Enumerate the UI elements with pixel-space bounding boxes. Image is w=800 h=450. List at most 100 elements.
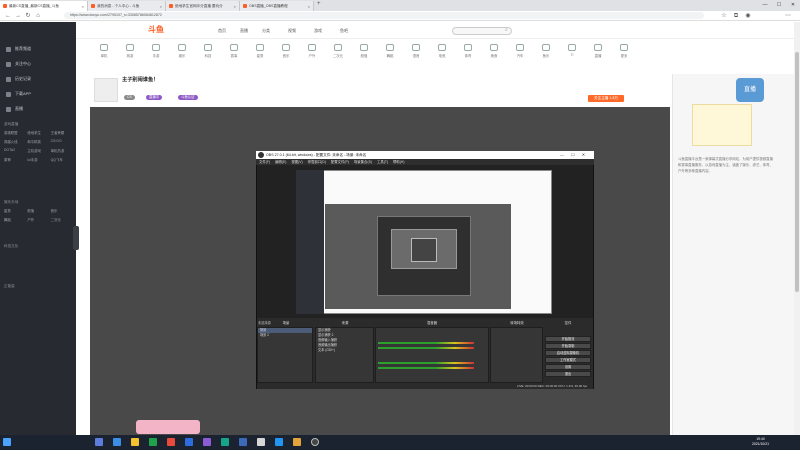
sidebar-collapse-handle[interactable] xyxy=(73,226,79,250)
close-icon[interactable]: × xyxy=(234,4,236,9)
sidebar-link[interactable]: 舞蹈 xyxy=(4,217,27,222)
start-streaming-button[interactable]: 开始推流 xyxy=(545,336,591,342)
obs-menu-help[interactable]: 帮助(H) xyxy=(393,160,405,164)
home-icon[interactable]: ⌂ xyxy=(34,12,42,20)
new-tab-plus-icon[interactable]: + xyxy=(317,1,321,7)
room-tag[interactable]: 直播中 xyxy=(146,95,163,100)
category-item[interactable]: 直播 xyxy=(588,44,608,58)
minimize-button[interactable]: — xyxy=(758,0,772,10)
category-item[interactable]: 手游 xyxy=(146,44,166,58)
forward-arrow-icon[interactable]: → xyxy=(14,12,22,20)
category-item[interactable]: 赛事 xyxy=(224,44,244,58)
follow-button[interactable]: 关注主播 1.8万 xyxy=(588,95,624,102)
sidebar-link[interactable]: CS:GO xyxy=(51,139,74,144)
url-input[interactable]: https://www.douyu.com/2795107_s=33085786… xyxy=(64,12,704,19)
sidebar-link[interactable]: 星秀 xyxy=(4,208,27,213)
obs-menu-docks[interactable]: 停靠窗口(D) xyxy=(308,160,326,164)
sidebar-link[interactable]: 主机游戏 xyxy=(27,148,50,153)
sidebar-link[interactable]: 颜值 xyxy=(27,208,50,213)
page-scrollbar[interactable] xyxy=(794,22,800,435)
obs-taskbar-icon[interactable] xyxy=(311,438,319,446)
obs-menu-view[interactable]: 视图(V) xyxy=(291,160,302,164)
sidebar-link[interactable]: 穿越火线 xyxy=(4,139,27,144)
back-arrow-icon[interactable]: ← xyxy=(4,12,12,20)
site-logo[interactable]: 斗鱼 xyxy=(148,24,164,35)
sidebar-link[interactable]: 王者荣耀 xyxy=(51,130,74,135)
app-icon[interactable] xyxy=(203,438,211,446)
category-item[interactable]: 更多 xyxy=(614,44,634,58)
browser-tab-3[interactable]: 绝地求生官网冲分直播 要玩分 × xyxy=(166,1,240,11)
studio-mode-button[interactable]: 工作室模式 xyxy=(545,357,591,363)
category-item[interactable]: 户外 xyxy=(302,44,322,58)
close-window-button[interactable]: ✕ xyxy=(786,0,800,10)
sidebar-item-live[interactable]: 直播 xyxy=(6,106,23,112)
search-input[interactable] xyxy=(452,27,512,35)
nav-yuba[interactable]: 鱼吧 xyxy=(340,28,348,34)
category-item[interactable]: 汽车 xyxy=(510,44,530,58)
category-item[interactable]: 科技 xyxy=(198,44,218,58)
app-icon[interactable] xyxy=(293,438,301,446)
category-item[interactable]: 星秀 xyxy=(250,44,270,58)
scrollbar-thumb[interactable] xyxy=(795,52,799,292)
category-item[interactable]: 鱼乐 xyxy=(536,44,556,58)
sidebar-link[interactable]: 原神 xyxy=(4,157,27,162)
category-item[interactable]: 音乐 xyxy=(276,44,296,58)
sidebar-item-recommend[interactable]: 推荐频道 xyxy=(6,46,31,52)
nav-home[interactable]: 首页 xyxy=(218,28,226,34)
app-icon[interactable] xyxy=(239,438,247,446)
reload-icon[interactable]: ↻ xyxy=(24,12,32,20)
nav-video[interactable]: 视频 xyxy=(288,28,296,34)
category-item[interactable]: 电竞 xyxy=(432,44,452,58)
maximize-button[interactable]: ☐ xyxy=(772,0,786,10)
category-item[interactable]: Ti xyxy=(562,44,582,57)
sidebar-link[interactable]: QQ飞车 xyxy=(51,157,74,162)
source-item[interactable]: 文本 (GDI+) xyxy=(316,348,373,353)
extensions-icon[interactable]: ⧉ xyxy=(732,12,740,20)
browser-tab-4[interactable]: OBS直播_OBS直播教程 × xyxy=(240,1,314,11)
start-recording-button[interactable]: 开始录制 xyxy=(545,343,591,349)
menu-dots-icon[interactable]: ⋯ xyxy=(784,12,792,20)
sidebar-link[interactable]: lol手游 xyxy=(27,157,50,162)
edge-icon[interactable] xyxy=(113,438,121,446)
settings-button[interactable]: 设置 xyxy=(545,364,591,370)
close-icon[interactable]: × xyxy=(160,4,162,9)
browser-tab-2[interactable]: 我的消息 - 个人中心 - 斗鱼 × xyxy=(88,1,166,11)
room-tag[interactable]: CS xyxy=(124,95,135,100)
app-icon[interactable] xyxy=(185,438,193,446)
sidebar-link[interactable]: 二次元 xyxy=(51,217,74,222)
taskview-icon[interactable] xyxy=(95,438,103,446)
sidebar-link[interactable]: 音乐 xyxy=(51,208,74,213)
folder-icon[interactable] xyxy=(131,438,139,446)
exit-button[interactable]: 退出 xyxy=(545,371,591,377)
sidebar-link[interactable]: 户外 xyxy=(27,217,50,222)
obs-menu-file[interactable]: 文件(F) xyxy=(259,160,270,164)
right-panel-card[interactable] xyxy=(692,104,752,146)
category-item[interactable]: 二次元 xyxy=(328,44,348,58)
search-icon[interactable]: ⌕ xyxy=(505,27,508,33)
sidebar-link[interactable]: DOTA2 xyxy=(4,148,27,153)
obs-window-controls[interactable]: — ☐ ✕ xyxy=(560,151,585,159)
app-icon[interactable] xyxy=(257,438,265,446)
profile-icon[interactable]: ◉ xyxy=(744,12,752,20)
sidebar-link[interactable]: 英雄联盟 xyxy=(4,130,27,135)
app-icon[interactable] xyxy=(149,438,157,446)
obs-menu-tools[interactable]: 工具(T) xyxy=(377,160,388,164)
category-item[interactable]: 颜值 xyxy=(354,44,374,58)
sidebar-link[interactable]: 绝地求生 xyxy=(27,130,50,135)
app-icon[interactable] xyxy=(221,438,229,446)
category-item[interactable]: 体育 xyxy=(458,44,478,58)
obs-menu-profile[interactable]: 配置文件(P) xyxy=(331,160,349,164)
sidebar-item-history[interactable]: 历史记录 xyxy=(6,76,31,82)
nav-live[interactable]: 直播 xyxy=(240,28,248,34)
start-icon[interactable] xyxy=(3,438,11,446)
room-tag[interactable]: 斗鱼认证 xyxy=(178,95,198,100)
nav-game[interactable]: 游戏 xyxy=(314,28,322,34)
live-badge[interactable]: 直播 xyxy=(736,78,764,102)
chat-popup[interactable] xyxy=(136,420,200,434)
close-icon[interactable]: × xyxy=(82,4,84,9)
star-icon[interactable]: ☆ xyxy=(720,12,728,20)
app-icon[interactable] xyxy=(167,438,175,446)
category-item[interactable]: 美食 xyxy=(484,44,504,58)
obs-menu-scene-collection[interactable]: 场景集合(S) xyxy=(354,160,372,164)
category-item[interactable]: 单机 xyxy=(94,44,114,58)
